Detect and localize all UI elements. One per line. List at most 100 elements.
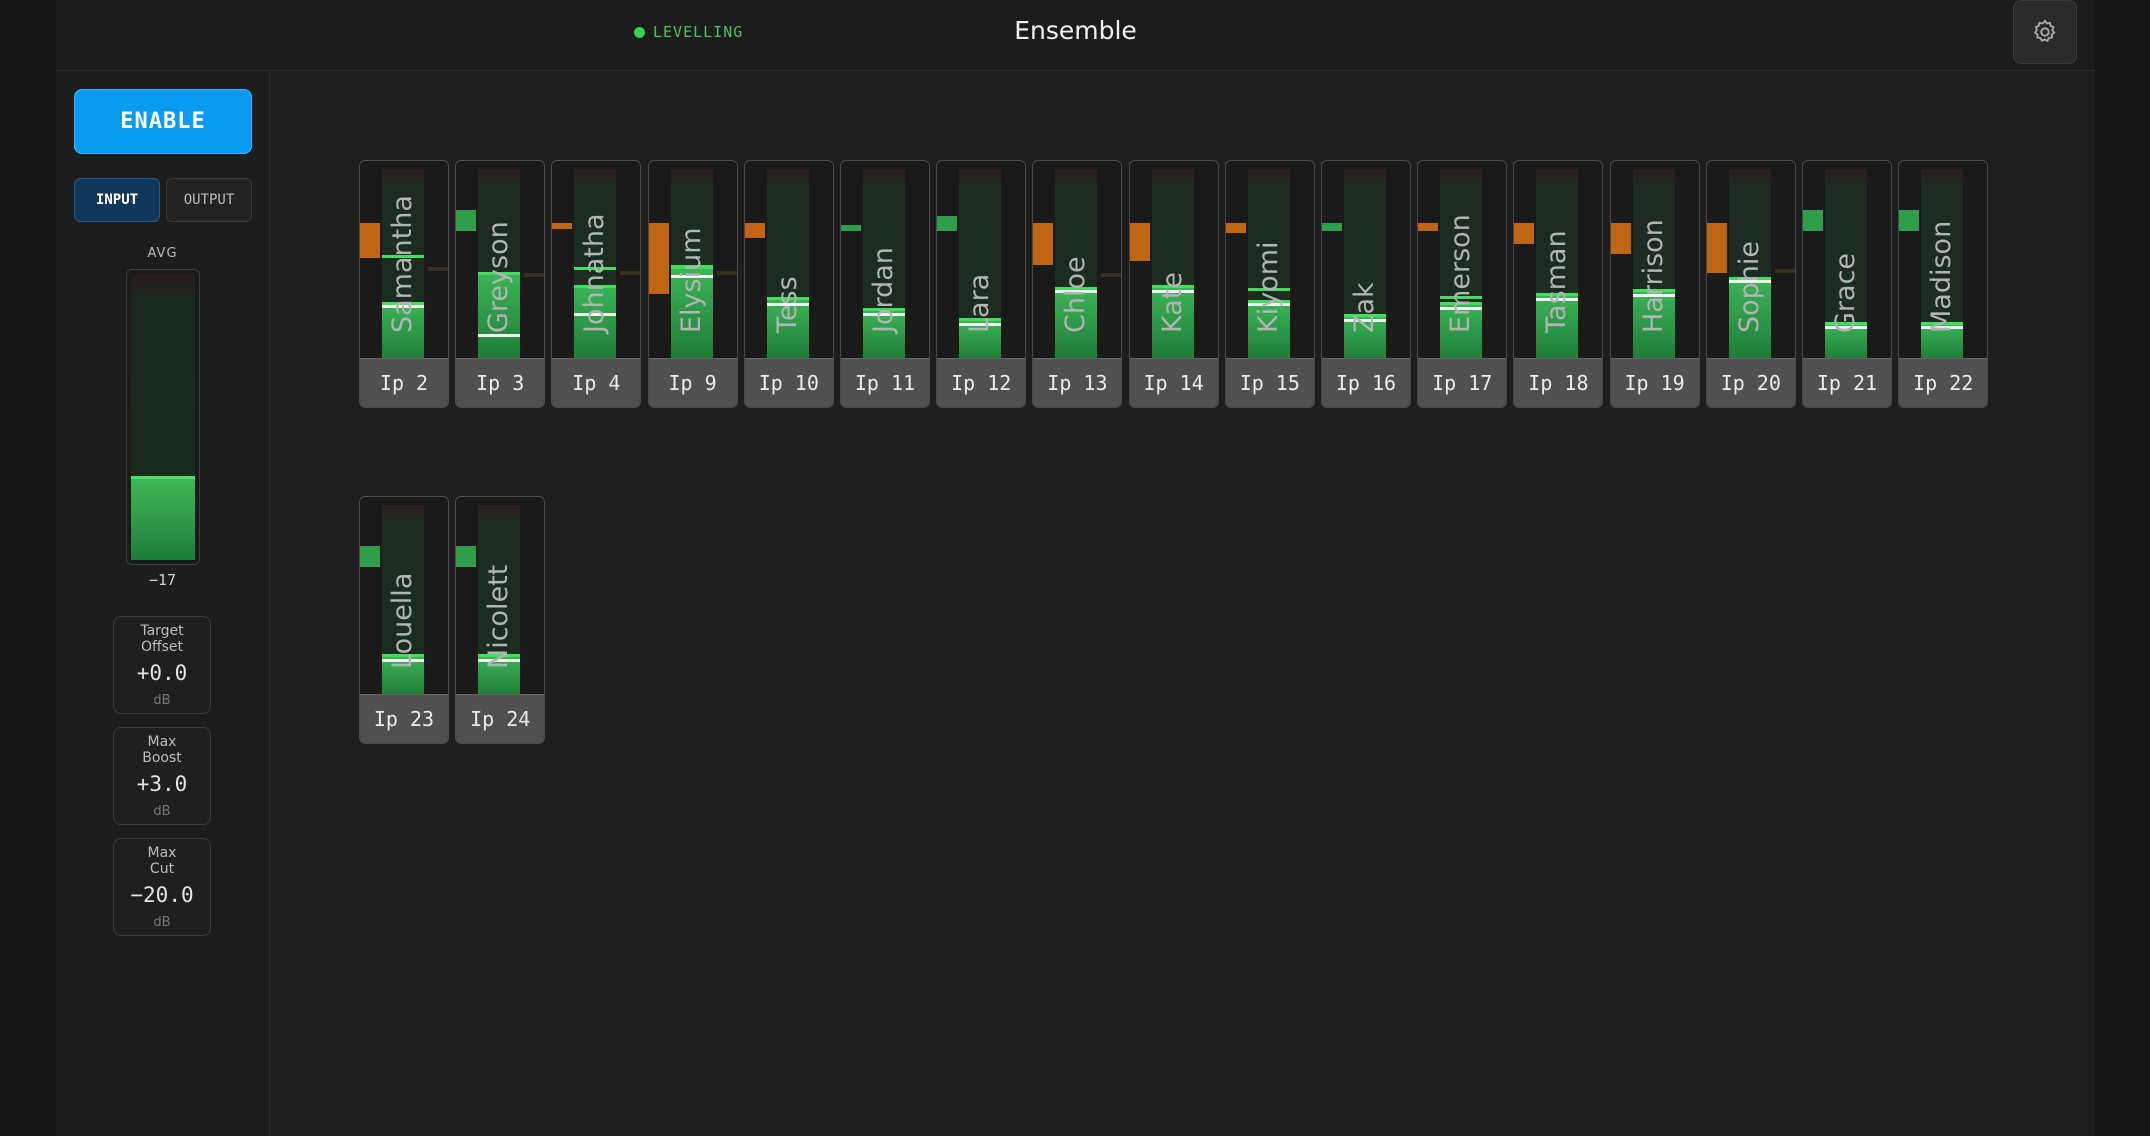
channel-name-wrap: Samantha xyxy=(382,175,424,361)
avg-meter-fill xyxy=(131,479,195,560)
gain-boost-bar xyxy=(1322,223,1342,231)
channel-name: Emerson xyxy=(1445,214,1477,333)
channel-label: Ip 4 xyxy=(552,358,641,407)
channel-strip[interactable]: Nicolett Ip 24 xyxy=(455,496,546,744)
channel-name: Lara xyxy=(964,273,996,333)
param-label: Target Offset xyxy=(140,623,184,655)
channel-name-wrap: Nicolett xyxy=(478,511,520,697)
gain-cut-bar xyxy=(1610,223,1631,254)
channel-name-wrap: Emerson xyxy=(1440,175,1482,361)
channel-name: Johnatha xyxy=(579,213,611,334)
channel-label: Ip 2 xyxy=(360,358,448,407)
gain-cut-bar xyxy=(552,223,573,229)
channel-name-wrap: Grace xyxy=(1825,175,1867,361)
channel-label: Ip 14 xyxy=(1129,358,1218,407)
channel-name: Chloe xyxy=(1060,256,1092,333)
channel-strip[interactable]: Harrison Ip 19 xyxy=(1609,160,1700,408)
channel-name: Tess xyxy=(771,276,803,333)
avg-value: −17 xyxy=(148,571,177,589)
output-tab[interactable]: OUTPUT xyxy=(166,178,252,222)
gain-cut-bar xyxy=(1514,223,1535,245)
channel-strip[interactable]: Tess Ip 10 xyxy=(743,160,834,408)
max-cut-control[interactable]: Max Cut −20.0 dB xyxy=(113,838,211,936)
channel-name: Zak xyxy=(1349,282,1380,333)
sidebar: ENABLE INPUT OUTPUT AVG −17 Target Offse… xyxy=(56,71,270,1136)
channel-strip[interactable]: Madison Ip 22 xyxy=(1898,160,1989,408)
channel-label: Ip 16 xyxy=(1322,358,1410,407)
channel-label: Ip 13 xyxy=(1033,358,1122,407)
max-boost-control[interactable]: Max Boost +3.0 dB xyxy=(113,727,211,825)
channel-name-wrap: Kate xyxy=(1152,175,1194,361)
avg-meter xyxy=(126,269,200,565)
enable-button[interactable]: ENABLE xyxy=(74,89,252,154)
channel-name: Kiyomi xyxy=(1252,241,1284,333)
channel-strip[interactable]: Lara Ip 12 xyxy=(936,160,1027,408)
gain-boost-bar xyxy=(456,545,477,567)
gain-cut-bar xyxy=(1033,223,1054,266)
param-label: Max Cut xyxy=(147,845,177,877)
channel-name-wrap: Louella xyxy=(382,511,424,697)
channel-strip[interactable]: Johnatha Ip 4 xyxy=(551,160,642,408)
channel-strip[interactable]: Zak Ip 16 xyxy=(1321,160,1411,408)
settings-button[interactable] xyxy=(2013,0,2077,64)
channel-strip[interactable]: Grace Ip 21 xyxy=(1802,160,1892,408)
channel-strip[interactable]: Louella Ip 23 xyxy=(359,496,449,744)
param-value: +0.0 xyxy=(136,661,188,685)
gain-tick xyxy=(1101,272,1122,277)
param-value: +3.0 xyxy=(136,772,188,796)
param-unit: dB xyxy=(153,693,171,708)
channel-label: Ip 3 xyxy=(456,358,545,407)
channel-label: Ip 24 xyxy=(456,694,545,743)
channel-name-wrap: Madison xyxy=(1921,175,1963,361)
channel-strip[interactable]: Kate Ip 14 xyxy=(1128,160,1219,408)
channel-name-wrap: Greyson xyxy=(478,175,520,361)
gain-tick xyxy=(716,270,737,275)
channel-label: Ip 18 xyxy=(1514,358,1603,407)
channel-strip[interactable]: Greyson Ip 3 xyxy=(455,160,546,408)
gain-boost-bar xyxy=(1899,209,1920,231)
target-offset-control[interactable]: Target Offset +0.0 dB xyxy=(113,616,211,714)
channel-name-wrap: Harrison xyxy=(1633,175,1675,361)
channel-name: Tasman xyxy=(1541,230,1573,333)
gain-cut-bar xyxy=(1129,223,1150,262)
channel-name: Madison xyxy=(1926,220,1958,333)
app-window: LEVELLING Ensemble ENABLE INPUT OUTPUT A… xyxy=(56,0,2095,1136)
avg-meter-peak xyxy=(131,476,195,480)
channel-strip[interactable]: Chloe Ip 13 xyxy=(1032,160,1123,408)
gain-tick xyxy=(428,266,448,271)
channel-strip[interactable]: Sophie Ip 20 xyxy=(1705,160,1796,408)
channel-label: Ip 11 xyxy=(841,358,929,407)
param-unit: dB xyxy=(153,804,171,819)
gain-cut-bar xyxy=(648,223,669,295)
channel-strip[interactable]: Jordan Ip 11 xyxy=(840,160,930,408)
channel-name: Louella xyxy=(387,572,418,669)
avg-label: AVG xyxy=(147,246,178,261)
page-title: Ensemble xyxy=(1014,16,1137,45)
gain-boost-bar xyxy=(1803,209,1823,231)
channel-name: Kate xyxy=(1156,272,1188,333)
channel-name: Sophie xyxy=(1733,240,1765,333)
param-label: Max Boost xyxy=(142,734,182,766)
channel-strip[interactable]: Emerson Ip 17 xyxy=(1417,160,1508,408)
channel-name-wrap: Elysium xyxy=(671,175,713,361)
channel-name-wrap: Kiyomi xyxy=(1248,175,1290,361)
channel-label: Ip 12 xyxy=(937,358,1026,407)
channel-name-wrap: Lara xyxy=(959,175,1001,361)
gain-cut-bar xyxy=(1706,223,1727,273)
input-tab[interactable]: INPUT xyxy=(74,178,160,222)
channel-name-wrap: Chloe xyxy=(1055,175,1097,361)
channel-name-wrap: Tess xyxy=(767,175,809,361)
gain-tick xyxy=(1774,268,1795,273)
channel-name-wrap: Jordan xyxy=(863,175,905,361)
gain-boost-bar xyxy=(937,215,958,231)
channel-strip[interactable]: Elysium Ip 9 xyxy=(647,160,738,408)
channel-name: Nicolett xyxy=(483,564,515,669)
channel-strip[interactable]: Tasman Ip 18 xyxy=(1513,160,1604,408)
channel-strip[interactable]: Kiyomi Ip 15 xyxy=(1224,160,1315,408)
channel-strip[interactable]: Samantha Ip 2 xyxy=(359,160,449,408)
channel-name: Grace xyxy=(1830,252,1861,333)
channel-name: Greyson xyxy=(483,221,515,333)
gain-cut-bar xyxy=(1418,223,1439,231)
gain-boost-bar xyxy=(841,225,861,231)
channel-name-wrap: Johnatha xyxy=(574,175,616,361)
